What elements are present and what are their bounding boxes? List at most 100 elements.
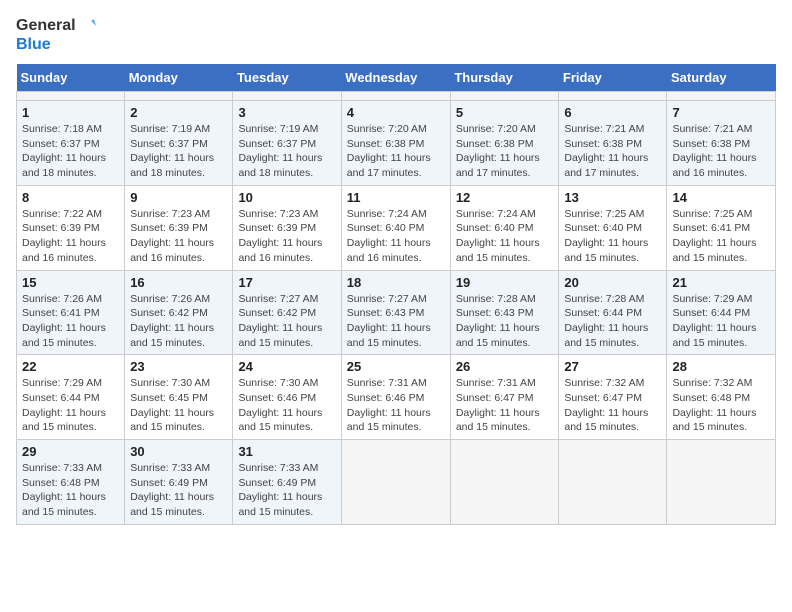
- calendar-cell: [341, 440, 450, 525]
- day-info: Sunrise: 7:29 AM Sunset: 6:44 PM Dayligh…: [22, 376, 119, 435]
- week-row-5: 29Sunrise: 7:33 AM Sunset: 6:48 PM Dayli…: [17, 440, 776, 525]
- day-info: Sunrise: 7:31 AM Sunset: 6:46 PM Dayligh…: [347, 376, 445, 435]
- day-info: Sunrise: 7:31 AM Sunset: 6:47 PM Dayligh…: [456, 376, 554, 435]
- calendar-cell: 27 Sunrise: 7:32 AM Sunset: 6:47 PM Dayli…: [559, 355, 667, 440]
- day-number: 13: [564, 190, 661, 205]
- calendar-cell: 12 Sunrise: 7:24 AM Sunset: 6:40 PM Dayli…: [450, 185, 559, 270]
- calendar-cell: [341, 92, 450, 101]
- calendar-cell: 26 Sunrise: 7:31 AM Sunset: 6:47 PM Dayli…: [450, 355, 559, 440]
- header-row: SundayMondayTuesdayWednesdayThursdayFrid…: [17, 64, 776, 92]
- day-number: 10: [238, 190, 335, 205]
- day-number: 15: [22, 275, 119, 290]
- day-number: 1: [22, 105, 119, 120]
- calendar-cell: 21 Sunrise: 7:29 AM Sunset: 6:44 PM Dayli…: [667, 270, 776, 355]
- day-info: Sunrise: 7:30 AM Sunset: 6:45 PM Dayligh…: [130, 376, 227, 435]
- day-info: Sunrise: 7:23 AM Sunset: 6:39 PM Dayligh…: [238, 207, 335, 266]
- day-number: 6: [564, 105, 661, 120]
- calendar-cell: [450, 92, 559, 101]
- calendar-cell: 25Sunrise: 7:31 AM Sunset: 6:46 PM Dayli…: [341, 355, 450, 440]
- day-number: 30: [130, 444, 227, 459]
- col-header-thursday: Thursday: [450, 64, 559, 92]
- day-number: 3: [238, 105, 335, 120]
- calendar-cell: 1 Sunrise: 7:18 AM Sunset: 6:37 PM Daylig…: [17, 101, 125, 186]
- day-number: 27: [564, 359, 661, 374]
- calendar-cell: [667, 92, 776, 101]
- day-info: Sunrise: 7:26 AM Sunset: 6:41 PM Dayligh…: [22, 292, 119, 351]
- col-header-wednesday: Wednesday: [341, 64, 450, 92]
- col-header-tuesday: Tuesday: [233, 64, 341, 92]
- day-info: Sunrise: 7:25 AM Sunset: 6:40 PM Dayligh…: [564, 207, 661, 266]
- day-number: 24: [238, 359, 335, 374]
- calendar-cell: 11 Sunrise: 7:24 AM Sunset: 6:40 PM Dayli…: [341, 185, 450, 270]
- week-row-1: 1 Sunrise: 7:18 AM Sunset: 6:37 PM Daylig…: [17, 101, 776, 186]
- calendar-cell: 22 Sunrise: 7:29 AM Sunset: 6:44 PM Dayli…: [17, 355, 125, 440]
- col-header-sunday: Sunday: [17, 64, 125, 92]
- day-number: 8: [22, 190, 119, 205]
- day-number: 20: [564, 275, 661, 290]
- day-info: Sunrise: 7:33 AM Sunset: 6:48 PM Dayligh…: [22, 461, 119, 520]
- calendar-cell: [667, 440, 776, 525]
- calendar-cell: 4Sunrise: 7:20 AM Sunset: 6:38 PM Daylig…: [341, 101, 450, 186]
- day-info: Sunrise: 7:33 AM Sunset: 6:49 PM Dayligh…: [238, 461, 335, 520]
- calendar-cell: 8 Sunrise: 7:22 AM Sunset: 6:39 PM Daylig…: [17, 185, 125, 270]
- calendar-cell: 15 Sunrise: 7:26 AM Sunset: 6:41 PM Dayli…: [17, 270, 125, 355]
- day-number: 22: [22, 359, 119, 374]
- calendar-cell: 28Sunrise: 7:32 AM Sunset: 6:48 PM Dayli…: [667, 355, 776, 440]
- day-info: Sunrise: 7:30 AM Sunset: 6:46 PM Dayligh…: [238, 376, 335, 435]
- day-info: Sunrise: 7:27 AM Sunset: 6:43 PM Dayligh…: [347, 292, 445, 351]
- day-number: 26: [456, 359, 554, 374]
- day-info: Sunrise: 7:26 AM Sunset: 6:42 PM Dayligh…: [130, 292, 227, 351]
- col-header-friday: Friday: [559, 64, 667, 92]
- calendar-cell: 5Sunrise: 7:20 AM Sunset: 6:38 PM Daylig…: [450, 101, 559, 186]
- day-number: 12: [456, 190, 554, 205]
- day-info: Sunrise: 7:33 AM Sunset: 6:49 PM Dayligh…: [130, 461, 227, 520]
- calendar-cell: 31 Sunrise: 7:33 AM Sunset: 6:49 PM Dayli…: [233, 440, 341, 525]
- calendar-cell: 2Sunrise: 7:19 AM Sunset: 6:37 PM Daylig…: [125, 101, 233, 186]
- day-number: 18: [347, 275, 445, 290]
- calendar-cell: [450, 440, 559, 525]
- calendar-cell: 24 Sunrise: 7:30 AM Sunset: 6:46 PM Dayli…: [233, 355, 341, 440]
- day-number: 31: [238, 444, 335, 459]
- week-row-3: 15 Sunrise: 7:26 AM Sunset: 6:41 PM Dayli…: [17, 270, 776, 355]
- day-info: Sunrise: 7:22 AM Sunset: 6:39 PM Dayligh…: [22, 207, 119, 266]
- logo-bird-icon: [76, 16, 96, 36]
- day-number: 23: [130, 359, 227, 374]
- day-info: Sunrise: 7:23 AM Sunset: 6:39 PM Dayligh…: [130, 207, 227, 266]
- day-info: Sunrise: 7:24 AM Sunset: 6:40 PM Dayligh…: [456, 207, 554, 266]
- calendar-cell: 29Sunrise: 7:33 AM Sunset: 6:48 PM Dayli…: [17, 440, 125, 525]
- col-header-saturday: Saturday: [667, 64, 776, 92]
- day-info: Sunrise: 7:28 AM Sunset: 6:44 PM Dayligh…: [564, 292, 661, 351]
- calendar-cell: 6Sunrise: 7:21 AM Sunset: 6:38 PM Daylig…: [559, 101, 667, 186]
- logo-general: General: [16, 17, 76, 35]
- calendar-cell: 16Sunrise: 7:26 AM Sunset: 6:42 PM Dayli…: [125, 270, 233, 355]
- calendar-cell: [559, 440, 667, 525]
- calendar-cell: [233, 92, 341, 101]
- calendar-cell: 7Sunrise: 7:21 AM Sunset: 6:38 PM Daylig…: [667, 101, 776, 186]
- day-info: Sunrise: 7:32 AM Sunset: 6:47 PM Dayligh…: [564, 376, 661, 435]
- day-info: Sunrise: 7:18 AM Sunset: 6:37 PM Dayligh…: [22, 122, 119, 181]
- logo-mark: General Blue: [16, 16, 96, 54]
- col-header-monday: Monday: [125, 64, 233, 92]
- calendar-cell: 17Sunrise: 7:27 AM Sunset: 6:42 PM Dayli…: [233, 270, 341, 355]
- day-info: Sunrise: 7:24 AM Sunset: 6:40 PM Dayligh…: [347, 207, 445, 266]
- day-number: 7: [672, 105, 770, 120]
- calendar-cell: 9 Sunrise: 7:23 AM Sunset: 6:39 PM Daylig…: [125, 185, 233, 270]
- day-number: 21: [672, 275, 770, 290]
- calendar-cell: 10 Sunrise: 7:23 AM Sunset: 6:39 PM Dayli…: [233, 185, 341, 270]
- calendar-cell: 18 Sunrise: 7:27 AM Sunset: 6:43 PM Dayli…: [341, 270, 450, 355]
- calendar-cell: 23 Sunrise: 7:30 AM Sunset: 6:45 PM Dayli…: [125, 355, 233, 440]
- day-number: 14: [672, 190, 770, 205]
- week-row-0: [17, 92, 776, 101]
- calendar-cell: 19Sunrise: 7:28 AM Sunset: 6:43 PM Dayli…: [450, 270, 559, 355]
- day-info: Sunrise: 7:29 AM Sunset: 6:44 PM Dayligh…: [672, 292, 770, 351]
- calendar-cell: [125, 92, 233, 101]
- day-number: 11: [347, 190, 445, 205]
- week-row-2: 8 Sunrise: 7:22 AM Sunset: 6:39 PM Daylig…: [17, 185, 776, 270]
- calendar-cell: [559, 92, 667, 101]
- calendar-cell: 3Sunrise: 7:19 AM Sunset: 6:37 PM Daylig…: [233, 101, 341, 186]
- day-number: 5: [456, 105, 554, 120]
- logo: General Blue: [16, 16, 96, 54]
- day-number: 9: [130, 190, 227, 205]
- calendar-cell: [17, 92, 125, 101]
- calendar-cell: 20 Sunrise: 7:28 AM Sunset: 6:44 PM Dayli…: [559, 270, 667, 355]
